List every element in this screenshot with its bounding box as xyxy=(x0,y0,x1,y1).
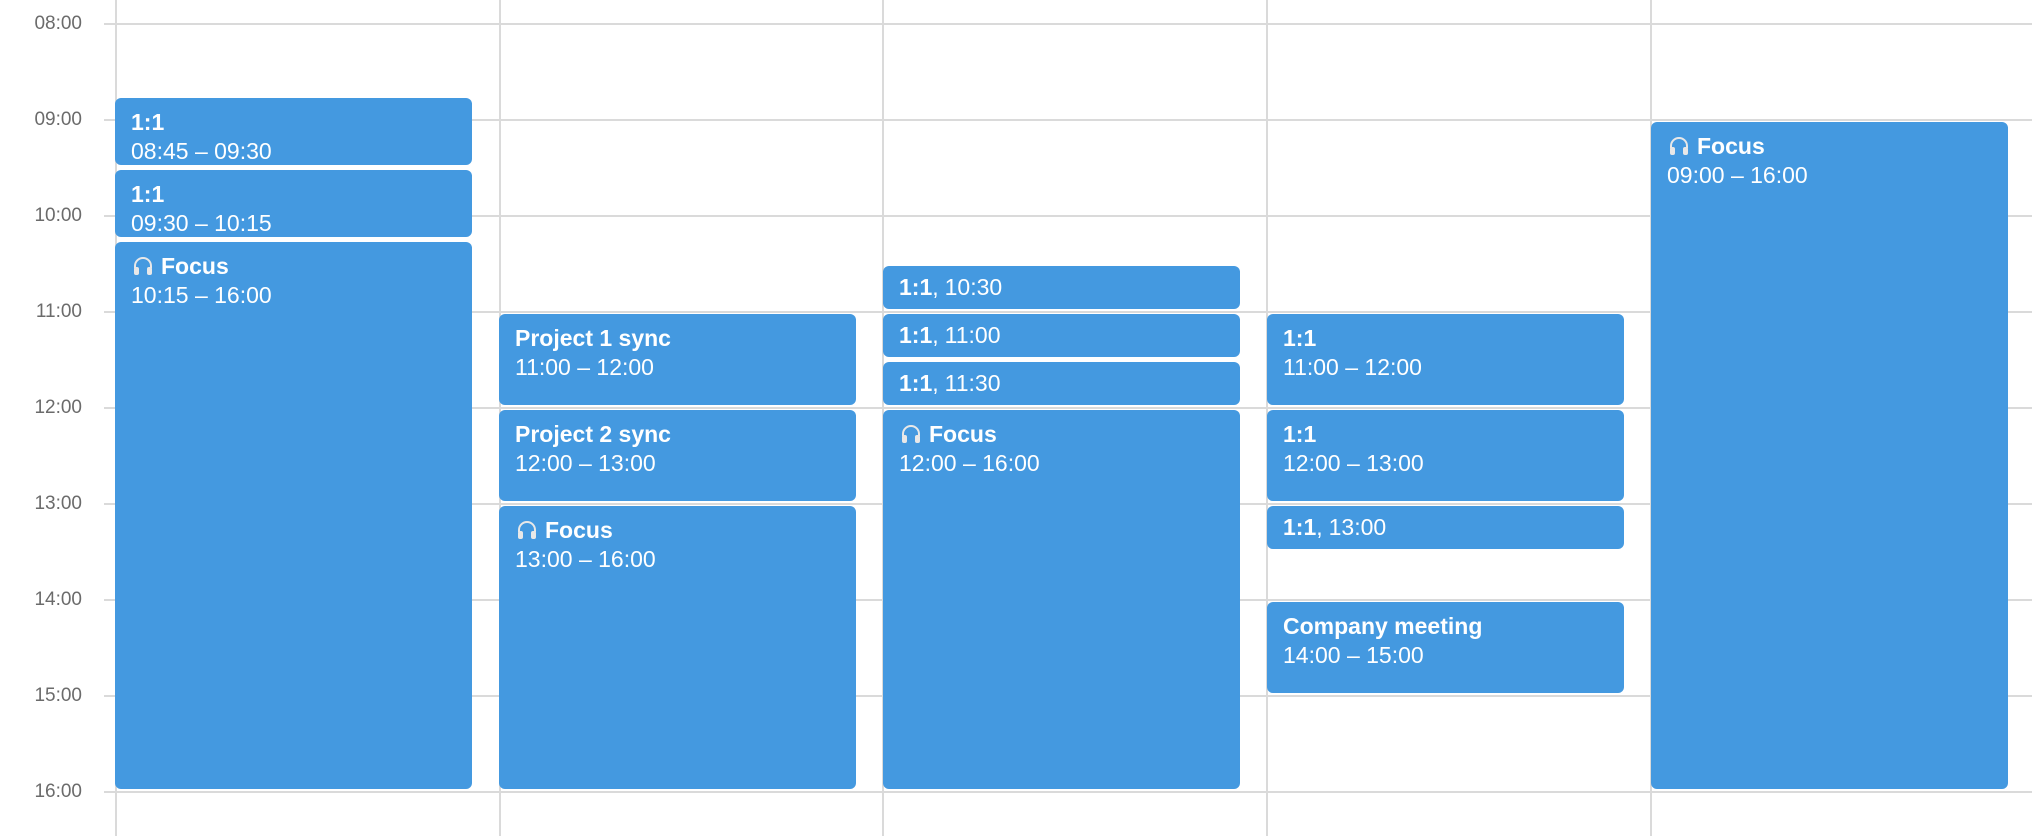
hour-gridline xyxy=(104,23,2032,25)
calendar-event[interactable]: 1:1 08:45 – 09:30 xyxy=(115,98,472,165)
event-title-text: 1:1 xyxy=(131,181,165,207)
event-time: 09:30 – 10:15 xyxy=(131,210,272,236)
time-label: 12:00 xyxy=(34,397,82,418)
calendar-event[interactable]: 1:1 09:30 – 10:15 xyxy=(115,170,472,237)
event-title-text: Focus xyxy=(1697,133,1765,159)
event-title-text: 1:1 xyxy=(1283,325,1317,351)
event-title: 1:1 xyxy=(1283,420,1608,448)
time-label: 13:00 xyxy=(34,493,82,514)
event-title: 1:1, 11:00 xyxy=(899,322,1224,348)
calendar-event[interactable]: Project 1 sync 11:00 – 12:00 xyxy=(499,314,856,405)
event-title-text: 1:1 xyxy=(131,109,165,135)
event-title-separator: , xyxy=(932,322,939,348)
headphones-icon xyxy=(899,422,923,446)
event-title: 1:1, 11:30 xyxy=(899,370,1224,396)
calendar-event[interactable]: Focus 09:00 – 16:00 xyxy=(1651,122,2008,789)
calendar-event[interactable]: Focus 13:00 – 16:00 xyxy=(499,506,856,789)
event-title-separator: , xyxy=(932,370,939,396)
event-time: 14:00 – 15:00 xyxy=(1283,642,1424,668)
event-title: 1:1 xyxy=(1283,324,1608,352)
time-label: 15:00 xyxy=(34,685,82,706)
event-time: 13:00 xyxy=(1328,514,1387,540)
headphones-icon xyxy=(1667,134,1691,158)
hour-gridline xyxy=(104,791,2032,793)
event-title: 1:1 xyxy=(131,180,456,208)
event-title-text: Focus xyxy=(545,517,613,543)
event-time: 12:00 – 16:00 xyxy=(899,450,1040,476)
event-title-text: Company meeting xyxy=(1283,613,1483,639)
time-label: 11:00 xyxy=(35,301,82,322)
event-time: 11:00 xyxy=(944,322,1001,348)
calendar-event[interactable]: 1:1, 10:30 xyxy=(883,266,1240,309)
event-title: 1:1, 10:30 xyxy=(899,274,1224,300)
event-time: 11:30 xyxy=(944,370,1001,396)
event-title: 1:1 xyxy=(131,108,456,136)
event-time: 10:15 – 16:00 xyxy=(131,282,272,308)
event-title: Project 2 sync xyxy=(515,420,840,448)
event-title-text: 1:1 xyxy=(899,274,933,300)
headphones-icon xyxy=(515,518,539,542)
event-time: 11:00 – 12:00 xyxy=(1283,354,1422,380)
time-label: 14:00 xyxy=(34,589,82,610)
event-title-text: Project 1 sync xyxy=(515,325,671,351)
calendar-event[interactable]: Project 2 sync 12:00 – 13:00 xyxy=(499,410,856,501)
event-time: 08:45 – 09:30 xyxy=(131,138,272,164)
time-label: 09:00 xyxy=(34,109,82,130)
event-title: Focus xyxy=(131,252,456,280)
time-label: 08:00 xyxy=(34,13,82,34)
calendar-event[interactable]: Focus 12:00 – 16:00 xyxy=(883,410,1240,789)
event-time: 10:30 xyxy=(944,274,1003,300)
event-time: 11:00 – 12:00 xyxy=(515,354,654,380)
event-title-text: 1:1 xyxy=(899,322,933,348)
event-title-text: Focus xyxy=(929,421,997,447)
event-title: 1:1, 13:00 xyxy=(1283,514,1608,540)
calendar-event[interactable]: 1:1, 11:30 xyxy=(883,362,1240,405)
event-title-text: 1:1 xyxy=(1283,421,1317,447)
calendar-event[interactable]: Focus 10:15 – 16:00 xyxy=(115,242,472,789)
event-title-text: Focus xyxy=(161,253,229,279)
time-label: 16:00 xyxy=(34,781,82,802)
event-time: 13:00 – 16:00 xyxy=(515,546,656,572)
event-time: 12:00 – 13:00 xyxy=(1283,450,1424,476)
headphones-icon xyxy=(131,254,155,278)
calendar-event[interactable]: 1:1, 13:00 xyxy=(1267,506,1624,549)
time-label: 10:00 xyxy=(34,205,82,226)
week-calendar: 08:00 09:00 10:00 11:00 12:00 13:00 14:00 15:00… xyxy=(0,0,2032,836)
event-title: Project 1 sync xyxy=(515,324,840,352)
calendar-event[interactable]: 1:1 12:00 – 13:00 xyxy=(1267,410,1624,501)
event-title-text: Project 2 sync xyxy=(515,421,671,447)
event-time: 12:00 – 13:00 xyxy=(515,450,656,476)
event-title: Focus xyxy=(1667,132,1992,160)
calendar-event[interactable]: 1:1 11:00 – 12:00 xyxy=(1267,314,1624,405)
calendar-event[interactable]: 1:1, 11:00 xyxy=(883,314,1240,357)
calendar-event[interactable]: Company meeting 14:00 – 15:00 xyxy=(1267,602,1624,693)
event-title-separator: , xyxy=(932,274,939,300)
event-time: 09:00 – 16:00 xyxy=(1667,162,1808,188)
event-title-text: 1:1 xyxy=(899,370,933,396)
event-title: Company meeting xyxy=(1283,612,1608,640)
event-title-separator: , xyxy=(1316,514,1323,540)
event-title: Focus xyxy=(515,516,840,544)
event-title: Focus xyxy=(899,420,1224,448)
event-title-text: 1:1 xyxy=(1283,514,1317,540)
